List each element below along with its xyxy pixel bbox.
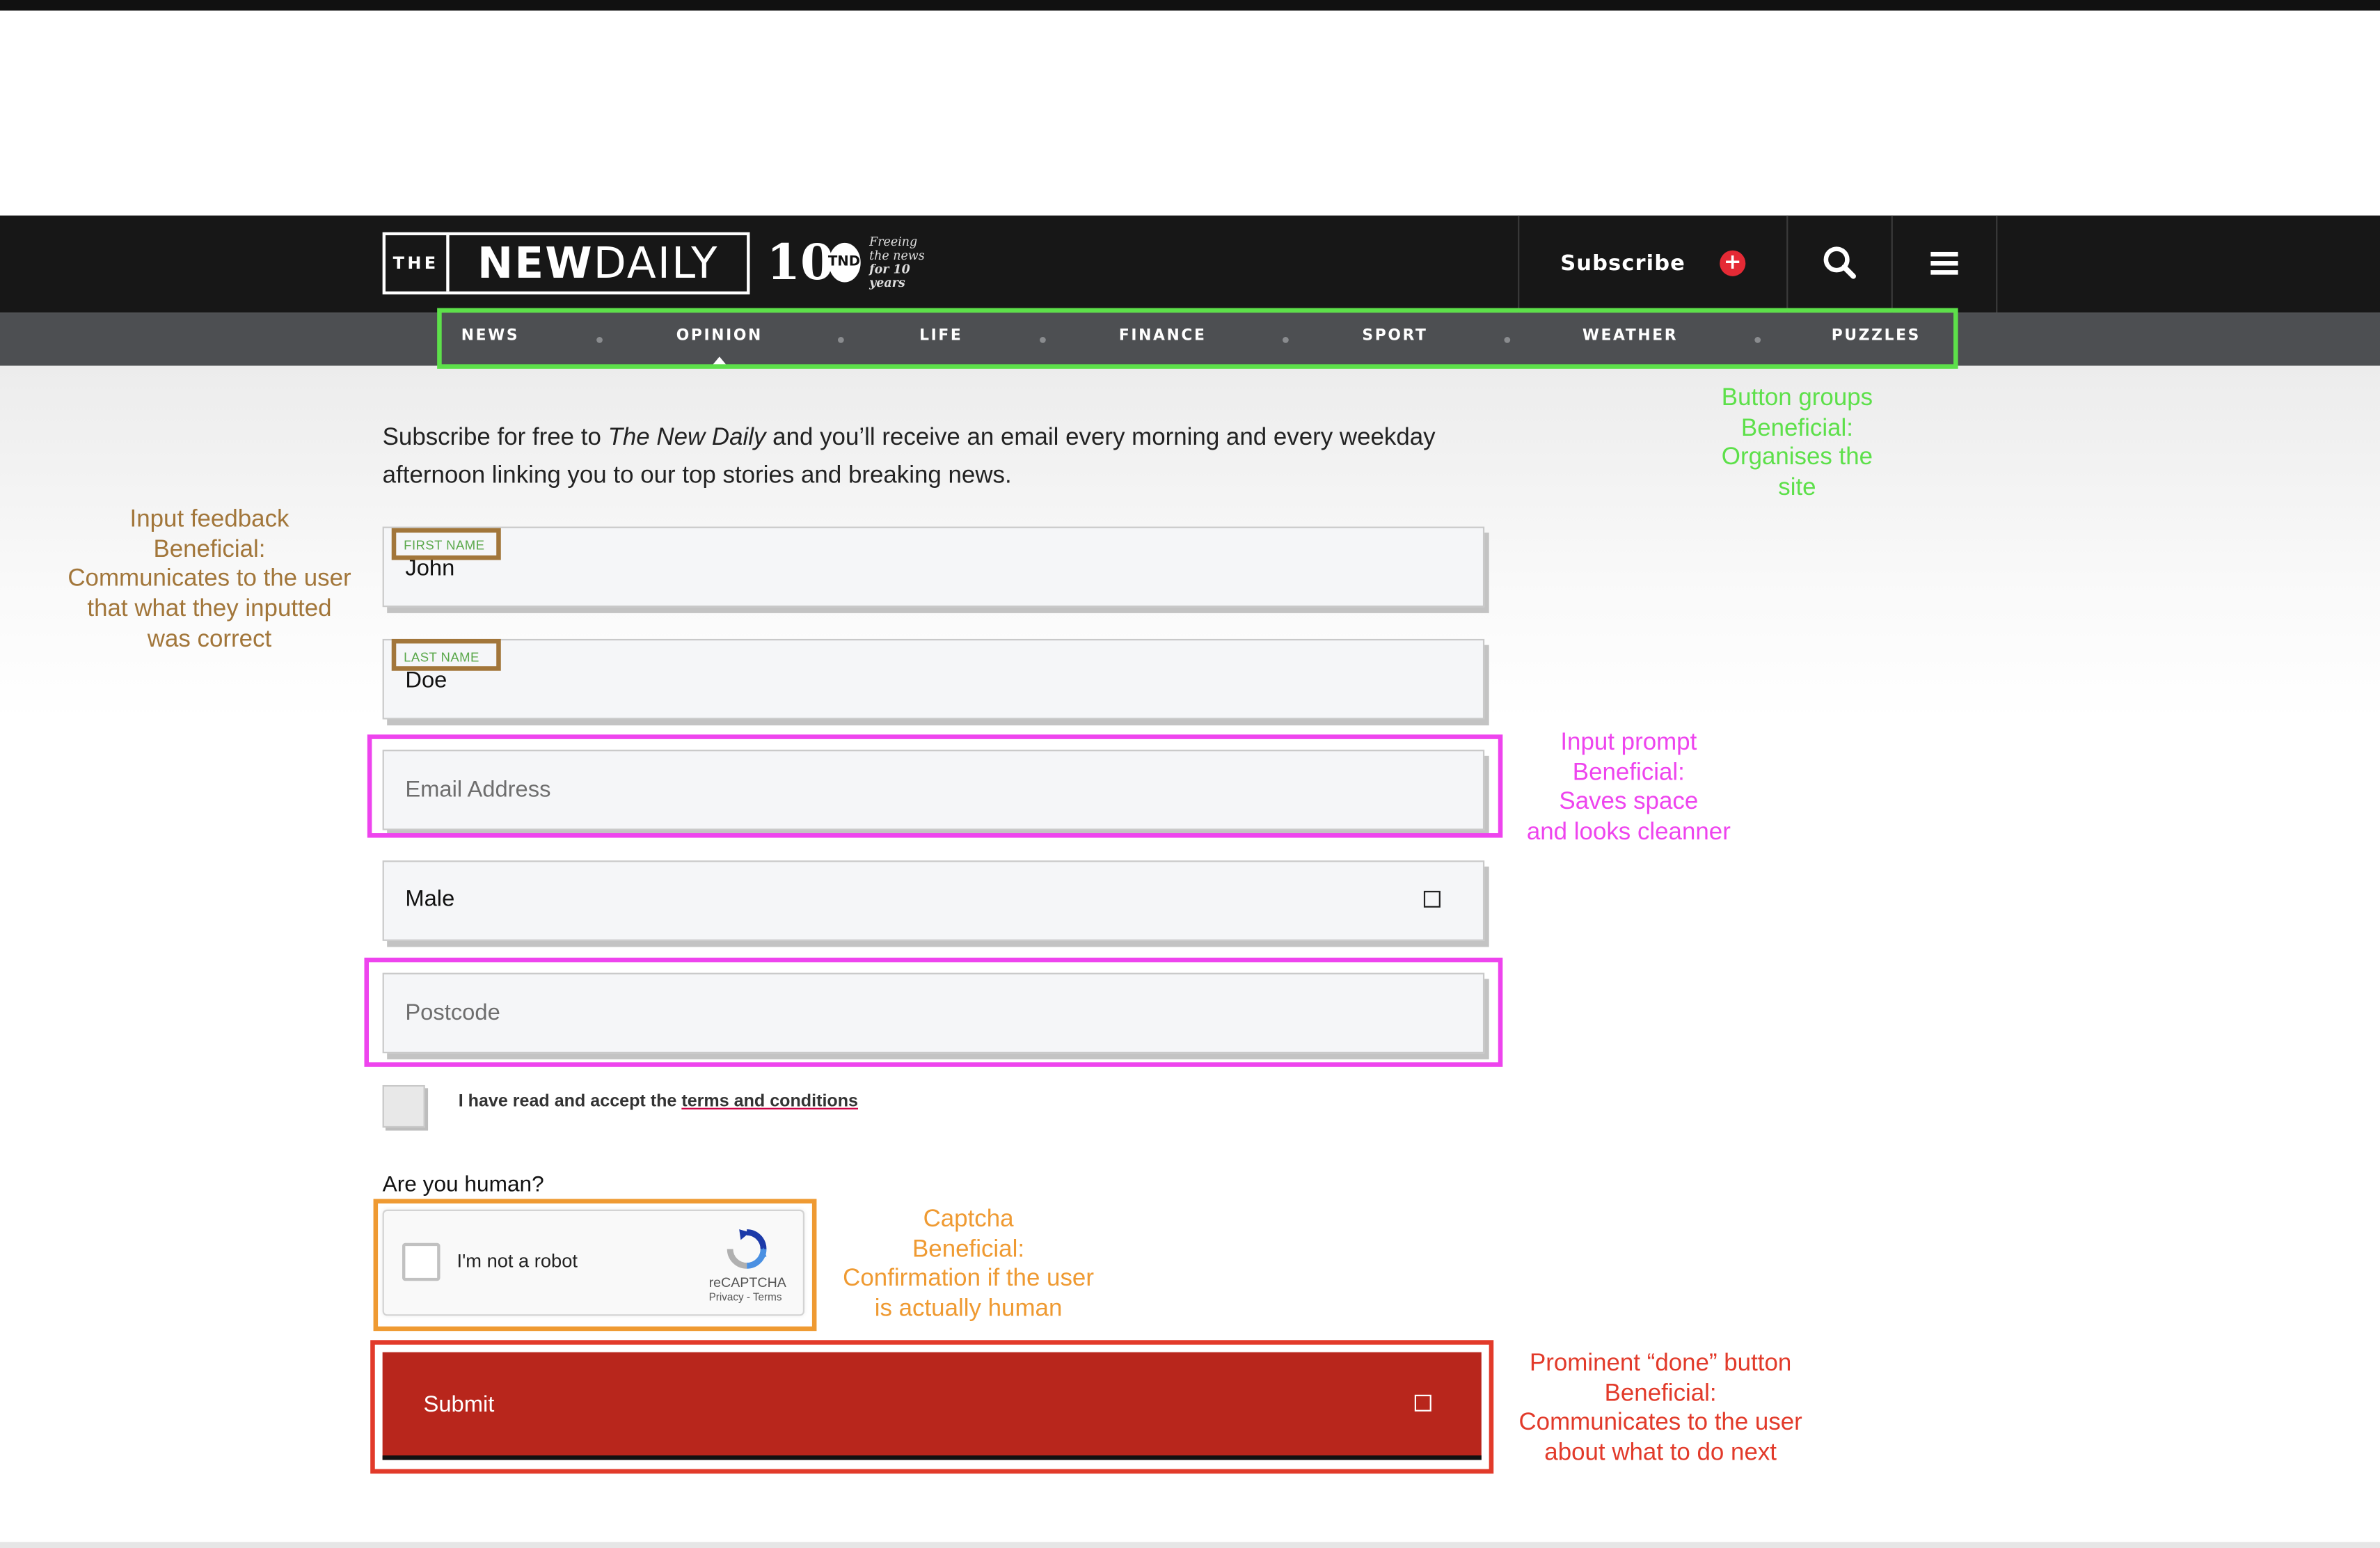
note-line: Confirmation if the user — [843, 1266, 1094, 1293]
note-line: Captcha — [923, 1206, 1014, 1233]
nav-separator — [1504, 337, 1511, 343]
annotation-note-captcha: Captcha Beneficial: Confirmation if the … — [843, 1205, 1094, 1325]
note-line: Saves space — [1559, 789, 1699, 816]
gender-select[interactable]: Male — [382, 860, 1485, 941]
badge-circle: TND — [827, 242, 861, 283]
terms-label: I have read and accept the terms and con… — [459, 1093, 858, 1111]
annotation-note-input-feedback: Input feedback Beneficial: Communicates … — [68, 505, 351, 655]
postcode-placeholder: Postcode — [405, 1000, 500, 1026]
logo-the: THE — [386, 235, 450, 292]
last-name-field[interactable]: LAST NAME Doe — [382, 638, 1485, 720]
search-button[interactable] — [1788, 216, 1891, 313]
terms-checkbox[interactable] — [382, 1084, 425, 1128]
note-line: Button groups — [1721, 385, 1873, 411]
intro-text: Subscribe for free to The New Daily and … — [383, 419, 1475, 495]
nav-separator — [1754, 337, 1761, 343]
terms-text: I have read and accept the — [458, 1092, 682, 1112]
annotation-note-input-prompt: Input prompt Beneficial: Saves space and… — [1527, 729, 1731, 848]
terms-link[interactable]: terms and conditions — [681, 1093, 858, 1111]
note-line: Beneficial: — [1604, 1380, 1717, 1407]
nav-separator — [1283, 337, 1289, 343]
captcha-label: I'm not a robot — [457, 1250, 578, 1272]
email-field[interactable]: Email Address — [382, 750, 1485, 830]
site-logo[interactable]: THE NEW DAILY — [382, 232, 750, 294]
note-line: Prominent “done” button — [1529, 1350, 1792, 1377]
annotation-note-done-button: Prominent “done” button Beneficial: Comm… — [1518, 1349, 1802, 1469]
nav-item-finance[interactable]: FINANCE — [1119, 328, 1207, 352]
logo-new: NEW — [477, 238, 594, 289]
plus-circle-icon: + — [1720, 250, 1746, 276]
email-placeholder: Email Address — [405, 777, 551, 803]
note-line: Input feedback — [129, 507, 289, 533]
captcha-links[interactable]: Privacy - Terms — [709, 1293, 782, 1304]
active-nav-caret-icon — [711, 356, 727, 366]
recaptcha-logo-icon — [727, 1229, 767, 1269]
submit-button[interactable]: Submit — [382, 1352, 1482, 1460]
note-line: Beneficial: — [1740, 415, 1853, 441]
captcha-brand: reCAPTCHA — [708, 1274, 786, 1290]
gender-value: Male — [405, 886, 455, 913]
intro-publication: The New Daily — [608, 425, 766, 451]
nav-item-puzzles[interactable]: PUZZLES — [1832, 328, 1921, 352]
subscribe-label: Subscribe — [1560, 251, 1685, 276]
menu-button[interactable] — [1893, 216, 1996, 313]
note-line: Beneficial: — [912, 1236, 1025, 1263]
nav-item-sport[interactable]: SPORT — [1362, 328, 1427, 352]
nav-item-life[interactable]: LIFE — [919, 328, 962, 352]
submit-label: Submit — [423, 1391, 495, 1418]
last-name-value: Doe — [405, 668, 447, 694]
submit-arrow-icon — [1414, 1394, 1431, 1412]
note-line: was correct — [147, 626, 272, 653]
anniversary-badge: 10 TND Freeing the news for 10 years — [766, 235, 933, 290]
note-line: that what they inputted — [87, 597, 332, 623]
postcode-field[interactable]: Postcode — [382, 972, 1485, 1054]
note-line: Beneficial: — [1572, 759, 1685, 786]
note-line: is actually human — [874, 1296, 1063, 1322]
badge-tagline-line-2: for 10 years — [869, 261, 910, 290]
note-line: Communicates to the user — [1518, 1410, 1802, 1437]
search-icon — [1823, 246, 1856, 279]
footer-border — [0, 1542, 2380, 1548]
note-line: about what to do next — [1544, 1440, 1777, 1467]
last-name-label: LAST NAME — [404, 649, 479, 665]
top-border — [0, 0, 2380, 11]
badge-number: 10 — [766, 233, 834, 292]
nav-item-news[interactable]: NEWS — [461, 328, 519, 352]
nav-item-weather[interactable]: WEATHER — [1582, 328, 1678, 352]
recaptcha-widget: I'm not a robot reCAPTCHA Privacy - Term… — [382, 1209, 804, 1316]
note-line: site — [1778, 475, 1816, 501]
annotation-note-button-groups: Button groups Beneficial: Organises the … — [1722, 384, 1873, 504]
intro-before: Subscribe for free to — [382, 425, 608, 451]
note-line: Input prompt — [1560, 729, 1697, 756]
logo-wordmark: NEW DAILY — [450, 235, 747, 292]
page: THE NEW DAILY 10 TND Freeing the news for… — [0, 0, 2380, 1548]
nav-separator — [837, 337, 844, 343]
site-header — [0, 215, 2380, 313]
badge-tagline: Freeing the news for 10 years — [869, 235, 933, 290]
first-name-value: John — [405, 555, 455, 582]
note-line: Organises the — [1721, 445, 1873, 471]
note-line: and looks cleanner — [1526, 819, 1731, 846]
badge-tagline-line-1: Freeing the news — [869, 235, 925, 263]
note-line: Beneficial: — [153, 537, 266, 563]
subscribe-button[interactable]: Subscribe + — [1519, 216, 1786, 313]
hamburger-menu-icon — [1930, 251, 1958, 275]
nav-item-opinion[interactable]: OPINION — [676, 328, 763, 352]
logo-daily: DAILY — [593, 238, 719, 289]
header-divider — [1996, 215, 1998, 313]
human-question: Are you human? — [382, 1173, 544, 1198]
dropdown-icon — [1423, 890, 1441, 908]
first-name-field[interactable]: FIRST NAME John — [382, 526, 1485, 608]
note-line: Communicates to the user — [68, 567, 351, 593]
nav-separator — [596, 337, 603, 343]
nav-separator — [1040, 337, 1046, 343]
captcha-checkbox[interactable] — [402, 1242, 441, 1281]
first-name-label: FIRST NAME — [404, 537, 485, 553]
